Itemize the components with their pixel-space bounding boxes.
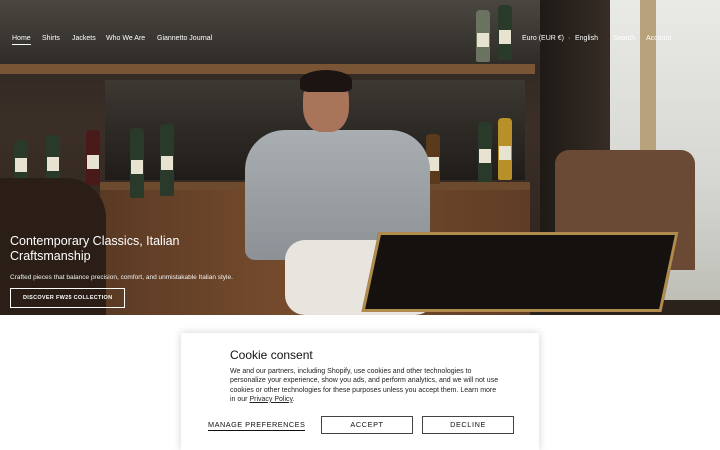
bottle-image (46, 135, 60, 183)
nav-separator: · (568, 35, 571, 42)
bottle-image (478, 122, 492, 182)
bottle-image (86, 130, 100, 185)
accept-button[interactable]: ACCEPT (321, 416, 413, 434)
language-selector[interactable]: English (575, 35, 598, 42)
discover-collection-button[interactable]: DISCOVER FW25 COLLECTION (10, 288, 126, 308)
table-image (361, 232, 679, 312)
search-link[interactable]: Search (613, 35, 635, 42)
bottle-image (14, 140, 28, 180)
nav-item-home[interactable]: Home (12, 35, 31, 45)
main-navigation: Home Shirts Jackets Who We Are Giannetto… (0, 31, 720, 49)
decline-button[interactable]: DECLINE (422, 416, 514, 434)
hero-copy: Contemporary Classics, Italian Craftsman… (10, 234, 233, 308)
nav-item-who-we-are[interactable]: Who We Are (106, 35, 145, 42)
nav-item-shirts[interactable]: Shirts (42, 35, 60, 42)
nav-item-journal[interactable]: Giannetto Journal (157, 35, 212, 42)
nav-item-jackets[interactable]: Jackets (72, 35, 96, 42)
cookie-consent-title: Cookie consent (230, 348, 313, 362)
account-link[interactable]: Account (646, 35, 671, 42)
cookie-consent-dialog: Cookie consent We and our partners, incl… (181, 333, 539, 450)
currency-selector[interactable]: Euro (EUR €) (522, 35, 564, 42)
bottle-image (160, 124, 174, 196)
bottle-image (130, 128, 144, 198)
hero-title: Contemporary Classics, Italian Craftsman… (10, 234, 180, 263)
cookie-consent-text: We and our partners, including Shopify, … (230, 368, 499, 403)
manage-preferences-button[interactable]: MANAGE PREFERENCES (208, 420, 306, 431)
hero-subtitle: Crafted pieces that balance precision, c… (10, 274, 233, 281)
privacy-policy-link[interactable]: Privacy Policy (249, 396, 292, 403)
bottle-image (498, 118, 512, 180)
